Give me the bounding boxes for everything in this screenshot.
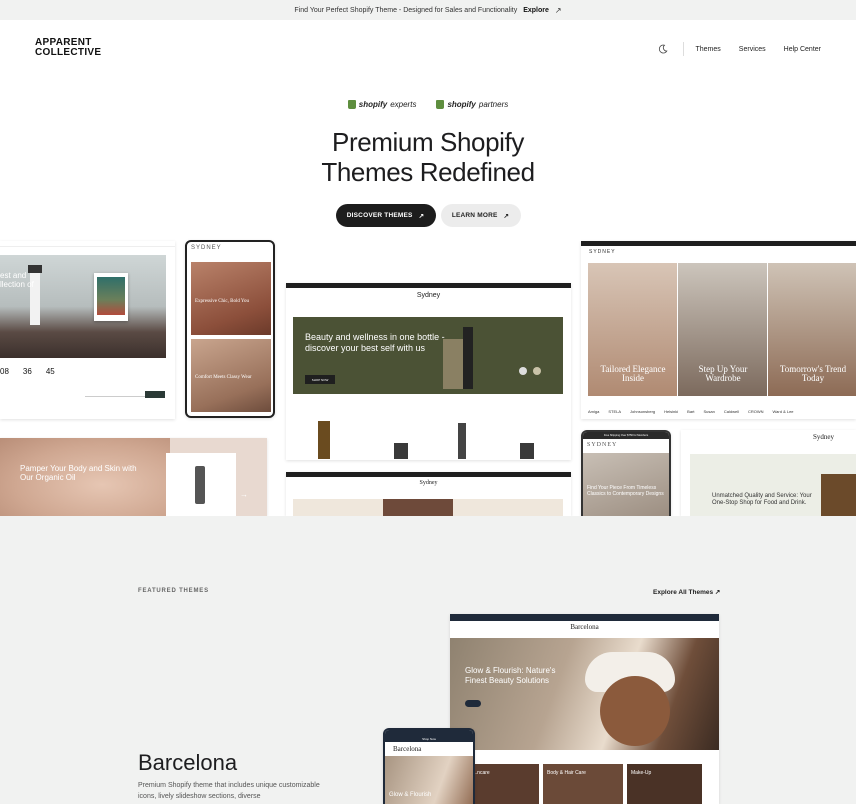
theme-preview-sydney-food[interactable]: Sydney [286, 472, 571, 516]
stat-value: 45 [45, 367, 55, 376]
brand-strip: Amiga STELA Johnsonsberg Helsinki Bart S… [588, 409, 794, 414]
sydney-shop-button[interactable]: SHOP NOW [305, 375, 335, 384]
nav-themes[interactable]: Themes [696, 46, 721, 53]
lighthouse-headline: est and llection of [0, 271, 34, 289]
sydney-card-title: Expressive Chic, Bold You [195, 299, 250, 304]
theme-preview-sydney-grocery[interactable]: Sydney Unmatched Quality and Service: Yo… [681, 430, 856, 516]
theme-preview-sydney-fashion[interactable]: SYDNEY Tailored Elegance Inside Step Up … [581, 241, 856, 419]
barcelona-headline: Glow & Flourish: Nature's Finest Beauty … [465, 666, 556, 685]
moon-icon[interactable] [657, 43, 669, 55]
hero-buttons: DISCOVER THEMES ↗ LEARN MORE ↗ [0, 204, 856, 227]
nav-help-center[interactable]: Help Center [784, 46, 821, 53]
announcement-text: Find Your Perfect Shopify Theme - Design… [294, 6, 518, 14]
announcement-explore-link[interactable]: Explore [523, 7, 549, 14]
arrow-up-right-icon: ↗ [714, 589, 721, 596]
category-card-label: Body & Hair Care [547, 770, 586, 776]
panel-caption: Step Up Your Wardrobe [698, 364, 748, 383]
learn-more-button[interactable]: LEARN MORE ↗ [440, 204, 521, 227]
barcelona-logo: Barcelona [570, 623, 599, 631]
brand-logo[interactable]: APPARENT COLLECTIVE [35, 38, 101, 58]
sydney-logo: Sydney [416, 291, 441, 299]
featured-theme-name[interactable]: Barcelona [138, 750, 237, 776]
theme-preview-lighthouse[interactable]: est and llection of 08 36 45 [0, 241, 175, 419]
arrow-up-right-icon: ↗ [418, 212, 425, 220]
barcelona-mobile-preview[interactable]: Shop Now Barcelona Glow & Flourish [383, 728, 475, 804]
category-card-label: ...ncare [473, 770, 490, 776]
stat-value: 08 [0, 367, 9, 376]
theme-preview-sydney-mobile[interactable]: SYDNEY Expressive Chic, Bold You Comfort… [185, 240, 275, 418]
discover-themes-button[interactable]: DISCOVER THEMES ↗ [335, 204, 436, 227]
category-card-label: Make-Up [631, 770, 652, 776]
barcelona-hero-image [450, 638, 719, 750]
theme-preview-sydney-desktop[interactable]: Sydney Beauty and wellness in one bottle… [286, 283, 571, 460]
top-announcement-bar: Find Your Perfect Shopify Theme - Design… [0, 0, 856, 20]
sydney-card-title: Comfort Meets Classy Wear [195, 375, 252, 380]
panel-caption: Tailored Elegance Inside [600, 364, 666, 383]
skincare-headline: Pamper Your Body and Skin with Our Organ… [20, 464, 137, 482]
partner-badges: shopify experts shopify partners [0, 100, 856, 109]
theme-preview-sydney-mobile-2[interactable]: Free Shipping Over $750 for Members SYDN… [581, 430, 671, 516]
stat-value: 36 [22, 367, 32, 376]
arrow-up-right-icon: ↗ [503, 212, 510, 220]
sydney-mobile-logo: SYDNEY [191, 245, 222, 251]
shopify-partners-badge: shopify partners [436, 100, 508, 109]
shopify-bag-icon [436, 100, 445, 109]
hero-title: Premium Shopify Themes Redefined [321, 127, 535, 187]
grocery-headline: Unmatched Quality and Service: Your One-… [712, 493, 812, 506]
theme-preview-skincare[interactable]: Pamper Your Body and Skin with Our Organ… [0, 438, 267, 516]
mobile-hero-text: Find Your Piece From Timeless Classics t… [587, 485, 664, 497]
nav-divider [682, 42, 684, 56]
arrow-up-right-icon: ↗ [554, 5, 562, 15]
shopify-experts-badge: shopify experts [347, 100, 416, 109]
barcelona-desktop-preview[interactable]: Barcelona Glow & Flourish: Nature's Fine… [450, 614, 719, 804]
featured-themes-label: FEATURED THEMES [138, 588, 209, 594]
panel-caption: Tomorrow's Trend Today [779, 364, 847, 383]
shopify-bag-icon [347, 100, 356, 109]
nav-services[interactable]: Services [739, 46, 766, 53]
sydney-logo: Sydney [419, 480, 438, 486]
main-nav: Themes Services Help Center [657, 42, 821, 56]
sydney-fashion-logo: SYDNEY [589, 249, 616, 255]
sydney-hero-banner: Beauty and wellness in one bottle - disc… [293, 317, 563, 394]
explore-all-themes-link[interactable]: Explore All Themes ↗ [653, 588, 720, 596]
featured-theme-description: Premium Shopify theme that includes uniq… [138, 782, 320, 800]
